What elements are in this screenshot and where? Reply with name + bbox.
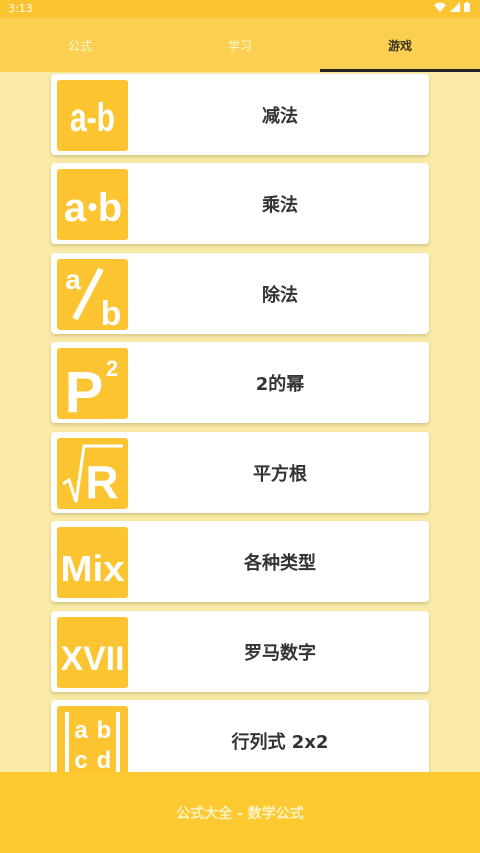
game-label: 行列式 2x2 bbox=[231, 731, 329, 753]
footer-text: 公式大全 - 数学公式 bbox=[176, 805, 304, 822]
game-label: 平方根 bbox=[253, 463, 307, 485]
square-root-icon: R bbox=[57, 438, 128, 509]
signal-icon bbox=[450, 2, 460, 12]
status-icons bbox=[434, 2, 470, 12]
wifi-icon bbox=[434, 2, 446, 12]
game-card-determinant[interactable]: a b c d 行列式 2x2 bbox=[51, 700, 429, 781]
game-card-division[interactable]: a b 除法 bbox=[51, 253, 429, 334]
tile-glyph: P bbox=[65, 360, 104, 419]
game-label: 除法 bbox=[262, 284, 298, 306]
game-label: 减法 bbox=[262, 105, 298, 127]
division-icon: a b bbox=[57, 259, 128, 330]
active-tab-indicator bbox=[320, 69, 480, 72]
power-icon: P 2 bbox=[57, 348, 128, 419]
tile-glyph: d bbox=[97, 747, 112, 774]
status-bar: 3:13 bbox=[0, 0, 480, 18]
game-label: 乘法 bbox=[262, 194, 298, 216]
game-card-square-root[interactable]: R 平方根 bbox=[51, 432, 429, 513]
game-card-multiplication[interactable]: a b 乘法 bbox=[51, 163, 429, 244]
game-card-roman-numerals[interactable]: XVII 罗马数字 bbox=[51, 611, 429, 692]
tile-glyph: a bbox=[64, 186, 87, 230]
battery-icon bbox=[464, 2, 470, 12]
mix-icon: Mix bbox=[57, 527, 128, 598]
game-label: 2的幂 bbox=[255, 373, 305, 395]
determinant-icon: a b c d bbox=[57, 706, 128, 777]
game-label: 各种类型 bbox=[244, 552, 316, 574]
roman-numerals-icon: XVII bbox=[57, 617, 128, 688]
game-card-subtraction[interactable]: a-b 减法 bbox=[51, 74, 429, 155]
game-card-mix[interactable]: Mix 各种类型 bbox=[51, 521, 429, 602]
tile-glyph: Mix bbox=[61, 548, 125, 589]
subtraction-icon: a-b bbox=[57, 80, 128, 151]
tile-glyph: a-b bbox=[70, 96, 115, 140]
tile-glyph: 2 bbox=[106, 356, 118, 381]
tile-glyph: a bbox=[65, 264, 81, 295]
tile-glyph: R bbox=[85, 456, 118, 508]
game-card-power[interactable]: P 2 2的幂 bbox=[51, 342, 429, 423]
status-time: 3:13 bbox=[8, 2, 33, 15]
tab-learning[interactable]: 学习 bbox=[160, 18, 320, 72]
tile-glyph: a bbox=[74, 717, 88, 744]
tile-glyph: b bbox=[97, 717, 112, 744]
footer-banner: 公式大全 - 数学公式 bbox=[0, 772, 480, 853]
tab-bar: 公式 学习 游戏 bbox=[0, 18, 480, 72]
multiplication-icon: a b bbox=[57, 169, 128, 240]
tile-glyph: b bbox=[101, 295, 122, 330]
game-label: 罗马数字 bbox=[244, 642, 316, 664]
tab-formulas[interactable]: 公式 bbox=[0, 18, 160, 72]
tile-glyph: c bbox=[74, 747, 87, 774]
tab-games[interactable]: 游戏 bbox=[320, 18, 480, 72]
tile-glyph: XVII bbox=[61, 640, 125, 678]
tile-glyph: b bbox=[98, 186, 122, 230]
